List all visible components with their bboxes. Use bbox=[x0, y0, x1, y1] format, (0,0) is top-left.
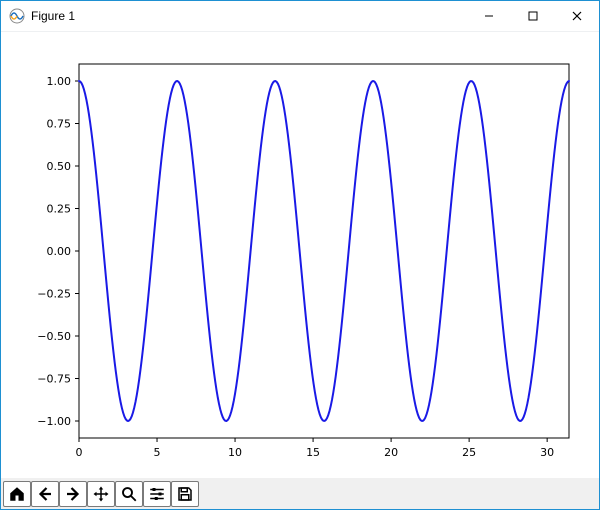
move-icon bbox=[92, 485, 110, 503]
x-tick-label: 30 bbox=[540, 446, 554, 459]
maximize-button[interactable] bbox=[511, 1, 555, 31]
home-icon bbox=[8, 485, 26, 503]
close-button[interactable] bbox=[555, 1, 599, 31]
figure-window: Figure 1 0 5 10 15 20 25 30 −1.00 −0.75 −0.50 −0.2… bbox=[0, 0, 600, 510]
sliders-icon bbox=[148, 485, 166, 503]
series-line bbox=[79, 81, 569, 421]
navigation-toolbar bbox=[1, 478, 599, 509]
x-tick-label: 20 bbox=[384, 446, 398, 459]
window-title: Figure 1 bbox=[31, 9, 75, 23]
zoom-icon bbox=[120, 485, 138, 503]
y-tick-label: −0.25 bbox=[37, 288, 71, 301]
y-tick-label: 0.25 bbox=[47, 203, 72, 216]
save-button[interactable] bbox=[171, 481, 199, 507]
back-button[interactable] bbox=[31, 481, 59, 507]
y-tick-label: −0.50 bbox=[37, 330, 71, 343]
x-tick-label: 10 bbox=[228, 446, 242, 459]
configure-button[interactable] bbox=[143, 481, 171, 507]
x-tick-label: 25 bbox=[462, 446, 476, 459]
title-bar: Figure 1 bbox=[1, 1, 599, 32]
forward-button[interactable] bbox=[59, 481, 87, 507]
pan-button[interactable] bbox=[87, 481, 115, 507]
zoom-button[interactable] bbox=[115, 481, 143, 507]
y-tick-label: −0.75 bbox=[37, 373, 71, 386]
x-tick-label: 5 bbox=[154, 446, 161, 459]
minimize-button[interactable] bbox=[467, 1, 511, 31]
x-tick-label: 15 bbox=[306, 446, 320, 459]
y-tick-label: 0.00 bbox=[47, 245, 72, 258]
y-tick-label: −1.00 bbox=[37, 415, 71, 428]
chart-svg: 0 5 10 15 20 25 30 −1.00 −0.75 −0.50 −0.25 0.00 0.25… bbox=[1, 32, 599, 478]
y-tick-label: 0.75 bbox=[47, 118, 72, 131]
home-button[interactable] bbox=[3, 481, 31, 507]
save-icon bbox=[176, 485, 194, 503]
plot-canvas[interactable]: 0 5 10 15 20 25 30 −1.00 −0.75 −0.50 −0.25 0.00 0.25… bbox=[1, 32, 599, 478]
y-tick-label: 1.00 bbox=[47, 75, 72, 88]
y-tick-label: 0.50 bbox=[47, 160, 72, 173]
app-icon bbox=[9, 8, 25, 24]
arrow-left-icon bbox=[36, 485, 54, 503]
arrow-right-icon bbox=[64, 485, 82, 503]
x-tick-label: 0 bbox=[76, 446, 83, 459]
